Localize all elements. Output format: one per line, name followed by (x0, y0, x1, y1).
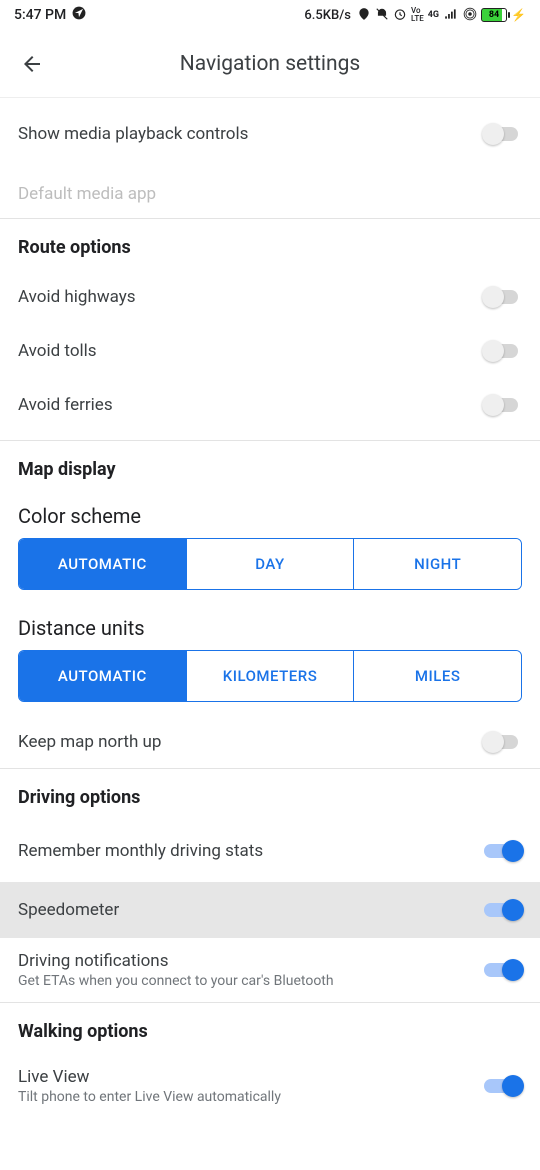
default-media-label: Default media app (18, 184, 156, 204)
back-button[interactable] (4, 36, 60, 92)
volte-icon: VoLTE (411, 7, 424, 23)
color-scheme-label: Color scheme (0, 492, 540, 538)
network-4g-icon: 4G (428, 10, 439, 20)
speedometer-toggle[interactable] (484, 899, 522, 921)
arrow-left-icon (20, 52, 44, 76)
route-options-header: Route options (0, 219, 540, 270)
driving-options-header: Driving options (0, 769, 540, 820)
live-view-row[interactable]: Live View Tilt phone to enter Live View … (0, 1054, 540, 1118)
distance-auto[interactable]: AUTOMATIC (19, 651, 186, 701)
map-display-header: Map display (0, 441, 540, 492)
location-icon (72, 6, 86, 24)
speedometer-row[interactable]: Speedometer (0, 882, 540, 938)
keep-north-toggle[interactable] (484, 731, 522, 753)
driving-notifications-sub: Get ETAs when you connect to your car's … (18, 973, 334, 989)
remember-stats-row[interactable]: Remember monthly driving stats (0, 820, 540, 882)
media-playback-label: Show media playback controls (18, 124, 248, 144)
default-media-row: Default media app (0, 170, 540, 218)
charging-icon: ⚡ (511, 8, 526, 22)
page-title: Navigation settings (0, 52, 540, 76)
dnd-icon (357, 7, 371, 24)
avoid-ferries-row[interactable]: Avoid ferries (0, 378, 540, 432)
avoid-tolls-label: Avoid tolls (18, 341, 97, 361)
avoid-ferries-toggle[interactable] (484, 394, 522, 416)
color-scheme-night[interactable]: NIGHT (353, 539, 521, 589)
avoid-tolls-toggle[interactable] (484, 340, 522, 362)
hotspot-icon (463, 7, 477, 24)
remember-stats-label: Remember monthly driving stats (18, 841, 263, 861)
driving-notifications-label: Driving notifications (18, 951, 334, 971)
status-time: 5:47 PM (14, 7, 66, 23)
alarm-icon (393, 7, 407, 24)
media-playback-toggle[interactable] (484, 123, 522, 145)
speedometer-label: Speedometer (18, 900, 119, 920)
color-scheme-auto[interactable]: AUTOMATIC (19, 539, 186, 589)
status-bar: 5:47 PM 6.5KB/s VoLTE 4G 84 ⚡ (0, 0, 540, 30)
avoid-highways-label: Avoid highways (18, 287, 136, 307)
color-scheme-day[interactable]: DAY (186, 539, 354, 589)
status-net-speed: 6.5KB/s (304, 8, 351, 23)
walking-options-header: Walking options (0, 1003, 540, 1054)
color-scheme-segmented: AUTOMATIC DAY NIGHT (18, 538, 522, 590)
distance-units-segmented: AUTOMATIC KILOMETERS MILES (18, 650, 522, 702)
driving-notifications-toggle[interactable] (484, 959, 522, 981)
driving-notifications-row[interactable]: Driving notifications Get ETAs when you … (0, 938, 540, 1002)
signal-icon (443, 7, 459, 24)
battery-icon: 84 (481, 8, 507, 22)
avoid-ferries-label: Avoid ferries (18, 395, 113, 415)
vibrate-icon (375, 7, 389, 24)
app-bar: Navigation settings (0, 30, 540, 98)
media-playback-row[interactable]: Show media playback controls (0, 98, 540, 170)
distance-miles[interactable]: MILES (353, 651, 521, 701)
keep-north-row[interactable]: Keep map north up (0, 716, 540, 768)
avoid-tolls-row[interactable]: Avoid tolls (0, 324, 540, 378)
distance-km[interactable]: KILOMETERS (186, 651, 354, 701)
avoid-highways-row[interactable]: Avoid highways (0, 270, 540, 324)
distance-units-label: Distance units (0, 604, 540, 650)
live-view-sub: Tilt phone to enter Live View automatica… (18, 1089, 281, 1105)
live-view-toggle[interactable] (484, 1075, 522, 1097)
remember-stats-toggle[interactable] (484, 840, 522, 862)
keep-north-label: Keep map north up (18, 732, 161, 752)
live-view-label: Live View (18, 1067, 281, 1087)
avoid-highways-toggle[interactable] (484, 286, 522, 308)
